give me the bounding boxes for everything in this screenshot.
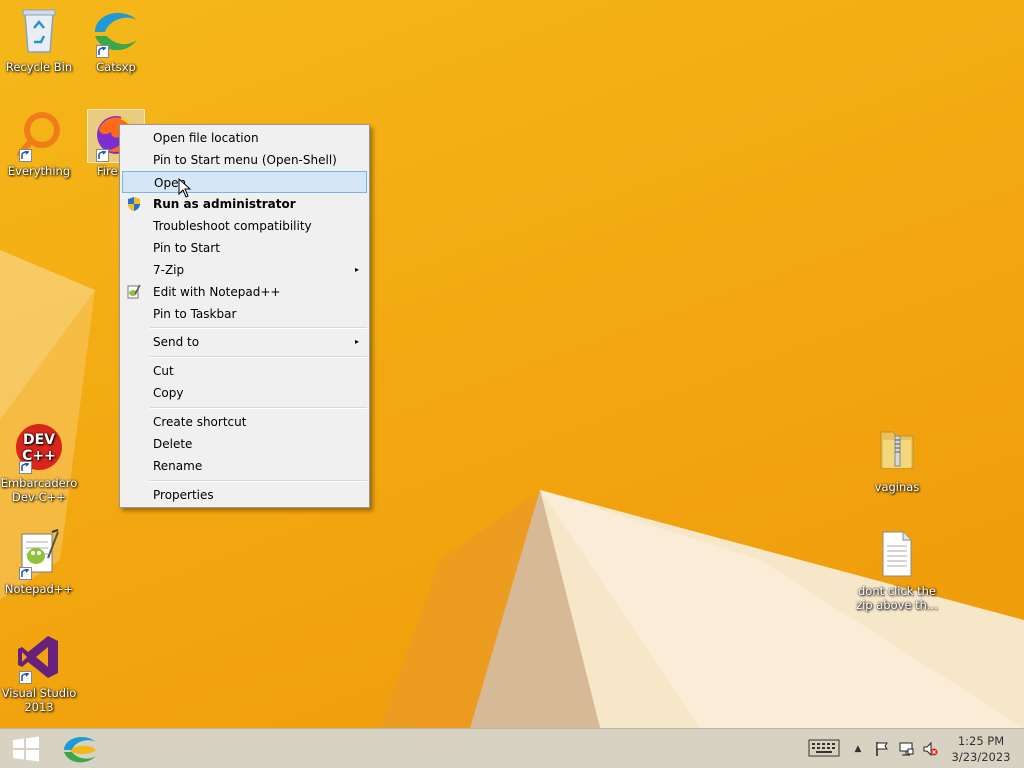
menu-item-label: Cut bbox=[153, 364, 174, 378]
notepadpp-desktop-icon[interactable]: Notepad++ bbox=[0, 528, 78, 596]
windows-logo-icon bbox=[13, 736, 39, 762]
shortcut-arrow-icon bbox=[96, 45, 109, 58]
menu-item-label: Open file location bbox=[153, 131, 259, 145]
menu-item-label: Pin to Taskbar bbox=[153, 307, 237, 321]
menu-item-label: Run as administrator bbox=[153, 197, 296, 211]
recycle-bin-desktop-icon[interactable]: Recycle Bin bbox=[0, 6, 78, 74]
desktop-icon-label: Notepad++ bbox=[4, 582, 74, 596]
menu-item-edit-with-notepadpp[interactable]: Edit with Notepad++ bbox=[122, 281, 367, 303]
menu-item-pin-to-start[interactable]: Pin to Start bbox=[122, 237, 367, 259]
mouse-cursor-icon bbox=[178, 178, 192, 198]
menu-item-label: Troubleshoot compatibility bbox=[153, 219, 312, 233]
submenu-arrow-icon: ▸ bbox=[354, 265, 359, 274]
menu-item-label: Delete bbox=[153, 437, 193, 451]
desktop-icon-label: dont click the zip above th... bbox=[856, 584, 938, 612]
menu-item-label: Rename bbox=[153, 459, 203, 473]
menu-item-rename[interactable]: Rename bbox=[122, 455, 367, 477]
desktop[interactable]: Recycle Bin Catsxp Everything Fire DEV C… bbox=[0, 0, 1024, 728]
shortcut-arrow-icon bbox=[19, 461, 32, 474]
desktop-icon-label: Catsxp bbox=[96, 60, 136, 74]
zip-folder-icon bbox=[880, 431, 914, 469]
menu-item-label: Pin to Start bbox=[153, 241, 220, 255]
menu-item-label: Edit with Notepad++ bbox=[153, 285, 281, 299]
menu-item-label: Properties bbox=[153, 488, 214, 502]
uac-shield-icon bbox=[126, 196, 142, 212]
context-menu: Open file location Pin to Start menu (Op… bbox=[119, 124, 370, 508]
menu-separator bbox=[150, 480, 367, 482]
menu-item-label: Create shortcut bbox=[153, 415, 247, 429]
menu-item-label: Pin to Start menu (Open-Shell) bbox=[153, 153, 337, 167]
menu-separator bbox=[150, 407, 367, 409]
desktop-icon-label: Embarcadero Dev-C++ bbox=[0, 476, 78, 504]
taskbar-catsxp-button[interactable] bbox=[58, 732, 102, 766]
menu-item-7zip[interactable]: 7-Zip ▸ bbox=[122, 259, 367, 281]
text-file-desktop-icon[interactable]: dont click the zip above th... bbox=[856, 530, 938, 612]
start-button[interactable] bbox=[6, 735, 46, 763]
everything-desktop-icon[interactable]: Everything bbox=[0, 110, 78, 178]
menu-item-troubleshoot-compatibility[interactable]: Troubleshoot compatibility bbox=[122, 215, 367, 237]
devcpp-badge-line1: DEV bbox=[23, 432, 55, 448]
shortcut-arrow-icon bbox=[19, 567, 32, 580]
notepadpp-small-icon bbox=[126, 284, 142, 300]
touch-keyboard-icon[interactable] bbox=[808, 738, 840, 758]
desktop-icon-label: Recycle Bin bbox=[5, 60, 73, 74]
menu-item-properties[interactable]: Properties bbox=[122, 484, 367, 506]
menu-item-create-shortcut[interactable]: Create shortcut bbox=[122, 411, 367, 433]
menu-item-label: Copy bbox=[153, 386, 184, 400]
devcpp-desktop-icon[interactable]: DEV C++ Embarcadero Dev-C++ bbox=[0, 422, 78, 504]
submenu-arrow-icon: ▸ bbox=[354, 337, 359, 346]
desktop-icon-label: Visual Studio 2013 bbox=[1, 686, 77, 714]
clock-date: 3/23/2023 bbox=[951, 750, 1011, 764]
visual-studio-desktop-icon[interactable]: Visual Studio 2013 bbox=[0, 632, 78, 714]
recycle-bin-icon bbox=[22, 9, 56, 53]
menu-item-label: 7-Zip bbox=[153, 263, 185, 277]
menu-item-delete[interactable]: Delete bbox=[122, 433, 367, 455]
clock-time: 1:25 PM bbox=[957, 734, 1005, 748]
desktop-icon-label: vaginas bbox=[874, 480, 920, 494]
menu-item-send-to[interactable]: Send to ▸ bbox=[122, 331, 367, 353]
volume-muted-icon[interactable] bbox=[922, 741, 938, 757]
shortcut-arrow-icon bbox=[19, 149, 32, 162]
menu-item-cut[interactable]: Cut bbox=[122, 360, 367, 382]
zip-folder-desktop-icon[interactable]: vaginas bbox=[858, 426, 936, 494]
menu-item-label: Send to bbox=[153, 335, 200, 349]
menu-item-copy[interactable]: Copy bbox=[122, 382, 367, 404]
menu-item-pin-to-start-menu-open-shell[interactable]: Pin to Start menu (Open-Shell) bbox=[122, 149, 367, 171]
action-center-flag-icon[interactable] bbox=[874, 741, 890, 757]
menu-separator bbox=[150, 327, 367, 329]
catsxp-icon bbox=[64, 736, 96, 763]
shortcut-arrow-icon bbox=[96, 149, 109, 162]
menu-item-pin-to-taskbar[interactable]: Pin to Taskbar bbox=[122, 303, 367, 325]
taskbar-clock[interactable]: 1:25 PM 3/23/2023 bbox=[946, 733, 1016, 765]
taskbar: ▲ 1:25 PM 3/23/2023 bbox=[0, 728, 1024, 768]
shortcut-arrow-icon bbox=[19, 671, 32, 684]
menu-item-open-file-location[interactable]: Open file location bbox=[122, 127, 367, 149]
menu-item-run-as-administrator[interactable]: Run as administrator bbox=[122, 193, 367, 215]
desktop-icon-label: Everything bbox=[7, 164, 71, 178]
show-hidden-icons-chevron-icon[interactable]: ▲ bbox=[850, 741, 866, 757]
text-file-icon bbox=[882, 531, 912, 577]
menu-separator bbox=[150, 356, 367, 358]
network-icon[interactable] bbox=[898, 741, 914, 757]
menu-item-open[interactable]: Open bbox=[122, 171, 367, 193]
catsxp-desktop-icon[interactable]: Catsxp bbox=[77, 6, 155, 74]
